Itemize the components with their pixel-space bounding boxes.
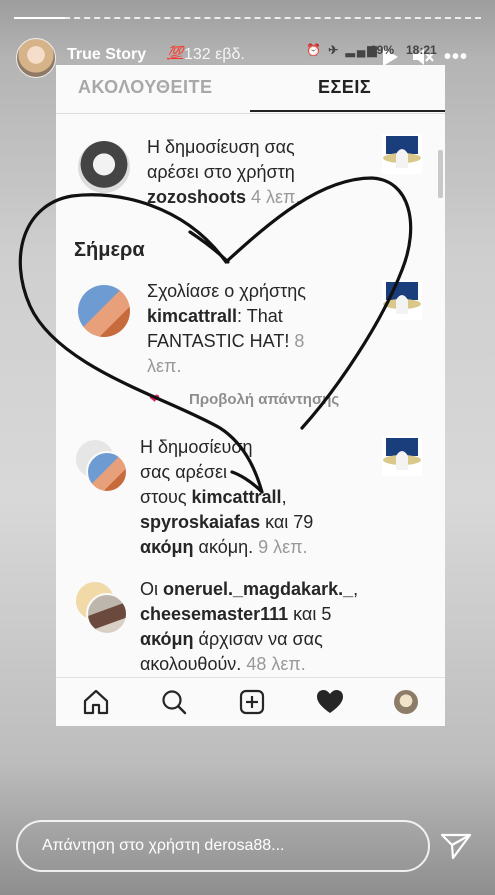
notif-tail: άρχισαν να σας [198, 629, 323, 649]
notif-comma: , [281, 487, 287, 507]
notif-line: αρέσει στο χρήστη [147, 162, 295, 182]
new-post-icon[interactable] [238, 688, 266, 716]
notif-time: 4 λεπ. [251, 187, 301, 207]
send-icon[interactable] [440, 832, 472, 860]
notif-comment: : That [237, 306, 283, 326]
notif-time-unit: λεπ. [147, 356, 182, 376]
scrollbar[interactable] [438, 150, 443, 198]
notif-and: και 5 [293, 604, 332, 624]
notif-time: 8 [294, 331, 305, 351]
story-progress-bar [14, 17, 481, 19]
like-comment-heart-icon[interactable]: ❤ [149, 391, 160, 407]
activity-heart-icon[interactable] [316, 688, 344, 716]
progress-fill [14, 17, 66, 19]
post-thumbnail[interactable] [382, 134, 422, 174]
notification-item[interactable]: Η δημοσίευση σας αρέσει στο χρήστη zozos… [147, 135, 300, 210]
reply-placeholder: Απάντηση στο χρήστη derosa88... [42, 837, 285, 854]
notification-item[interactable]: Η δημοσίευση σας αρέσει στους kimcattral… [140, 435, 313, 560]
notif-line: Η δημοσίευση σας [147, 137, 295, 157]
notif-tail: ακόμη. [198, 537, 254, 557]
notification-item[interactable]: Οι oneruel._magdakark._, cheesemaster111… [140, 577, 358, 677]
notif-avatar-front[interactable] [86, 451, 128, 493]
reply-input[interactable]: Απάντηση στο χρήστη derosa88... [16, 820, 430, 872]
notif-others[interactable]: ακόμη [140, 629, 194, 649]
notif-line: στους [140, 487, 187, 507]
notif-line: Σχολίασε ο χρήστης [147, 281, 306, 301]
notif-others[interactable]: ακόμη [140, 537, 194, 557]
notif-comma: , [353, 579, 359, 599]
tab-you[interactable]: ΕΣΕΙΣ [318, 77, 371, 98]
notif-username[interactable]: kimcattrall [147, 306, 237, 326]
notif-line: Οι [140, 579, 158, 599]
notif-line: σας αρέσει [140, 462, 227, 482]
activity-tabs: ΑΚΟΛΟΥΘΕΙΤΕ ΕΣΕΙΣ [56, 65, 445, 114]
notif-username[interactable]: spyroskaiafas [140, 512, 260, 532]
notif-time: 9 λεπ. [258, 537, 308, 557]
notif-time: 48 λεπ. [246, 654, 306, 674]
story-timestamp: 132 εβδ. [184, 46, 245, 63]
section-today: Σήμερα [74, 239, 145, 261]
profile-icon[interactable] [394, 690, 418, 714]
progress-track [14, 17, 481, 21]
home-icon[interactable] [82, 688, 110, 716]
hundred-emoji: 💯 [167, 45, 184, 60]
story-username[interactable]: True Story [67, 46, 146, 64]
avatar[interactable] [16, 38, 56, 78]
status-clock: 18:21 [406, 43, 437, 57]
more-options-icon[interactable]: ••• [444, 46, 468, 69]
phone-status-bar: ⏰ ✈ ▂▄▆ 69% 18:21 [306, 40, 446, 60]
notif-username[interactable]: kimcattrall [192, 487, 282, 507]
battery-level: 69% [370, 43, 395, 57]
notif-line: Η δημοσίευση [140, 437, 253, 457]
tab-following[interactable]: ΑΚΟΛΟΥΘΕΙΤΕ [78, 77, 213, 98]
notif-and: και 79 [265, 512, 314, 532]
view-reply-link[interactable]: Προβολή απάντησης [189, 391, 339, 408]
notif-avatar[interactable] [78, 285, 130, 337]
story-viewer: True Story 💯 132 εβδ. ••• ⏰ ✈ ▂▄▆ 69% 18… [0, 0, 495, 895]
notif-avatar-front[interactable] [86, 593, 128, 635]
bottom-nav [56, 677, 445, 726]
post-thumbnail[interactable] [382, 280, 422, 320]
notif-avatar[interactable] [78, 141, 130, 193]
shared-screenshot: ⏰ ✈ ▂▄▆ 69% 18:21 ΑΚΟΛΟΥΘΕΙΤΕ ΕΣΕΙΣ Η δη… [56, 43, 445, 726]
notif-username[interactable]: zozoshoots [147, 187, 246, 207]
post-thumbnail[interactable] [382, 436, 422, 476]
search-icon[interactable] [160, 688, 188, 716]
notif-tail: ακολουθούν. [140, 654, 242, 674]
status-icons: ⏰ ✈ ▂▄▆ [306, 43, 379, 57]
notification-item[interactable]: Σχολίασε ο χρήστης kimcattrall: That FAN… [147, 279, 306, 379]
notif-username[interactable]: cheesemaster111 [140, 604, 288, 624]
tab-active-indicator [250, 110, 445, 112]
notif-username[interactable]: oneruel._magdakark._ [163, 579, 353, 599]
notif-comment: FANTASTIC HAT! [147, 331, 290, 351]
